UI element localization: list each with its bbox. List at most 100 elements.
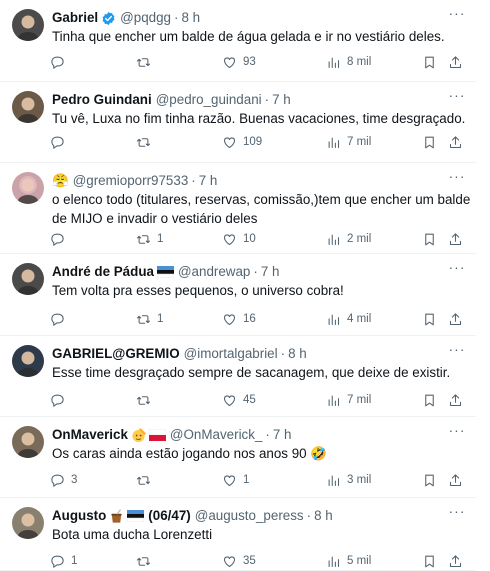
timestamp[interactable]: 7 h — [261, 262, 280, 282]
like-button[interactable]: 16 — [222, 309, 256, 329]
bookmark-icon — [425, 136, 434, 148]
tweet-reply[interactable]: Gabriel @pqdgg · 8 h ··· Tinha que enche… — [0, 0, 476, 82]
tweet-header: Augusto (06/47) @augusto_peress · 8 h — [52, 506, 456, 526]
timestamp[interactable]: 8 h — [181, 8, 200, 28]
user-handle[interactable]: @augusto_peress — [195, 506, 304, 526]
user-handle[interactable]: @andrewap — [178, 262, 250, 282]
bookmark-button[interactable] — [422, 470, 437, 490]
avatar[interactable] — [12, 9, 44, 41]
reply-button[interactable] — [50, 132, 71, 152]
separator-dot: · — [264, 92, 270, 107]
views-button[interactable]: 4 mil — [326, 309, 371, 329]
share-button[interactable] — [448, 390, 463, 410]
timestamp[interactable]: 8 h — [288, 344, 307, 364]
share-button[interactable] — [448, 52, 463, 72]
views-button[interactable]: 5 mil — [326, 551, 371, 571]
user-handle[interactable]: @pqdgg — [120, 8, 171, 28]
user-handle[interactable]: @OnMaverick_ — [170, 425, 262, 445]
timestamp[interactable]: 8 h — [314, 506, 333, 526]
views-button[interactable]: 3 mil — [326, 470, 371, 490]
views-button[interactable]: 8 mil — [326, 52, 371, 72]
like-button[interactable]: 10 — [222, 229, 256, 249]
share-button[interactable] — [448, 229, 463, 249]
user-handle[interactable]: @gremioporr97533 — [73, 171, 189, 191]
reply-button[interactable] — [50, 229, 71, 249]
retweet-button[interactable] — [136, 52, 157, 72]
share-button[interactable] — [448, 132, 463, 152]
action-bar: 45 7 mil — [50, 390, 470, 410]
tweet-reply[interactable]: OnMaverick @OnMaverick_ · 7 h ··· Os car… — [0, 417, 476, 498]
retweet-button[interactable] — [136, 390, 157, 410]
avatar[interactable] — [12, 345, 44, 377]
like-button[interactable]: 93 — [222, 52, 256, 72]
poland-flag-icon — [148, 429, 166, 441]
display-name[interactable]: Augusto — [52, 506, 106, 526]
reply-icon — [51, 474, 64, 487]
tweet-reply[interactable]: Pedro Guindani @pedro_guindani · 7 h ···… — [0, 82, 476, 163]
views-chart-icon — [328, 57, 340, 68]
reply-button[interactable]: 3 — [50, 470, 77, 490]
timestamp[interactable]: 7 h — [199, 171, 218, 191]
user-handle[interactable]: @pedro_guindani — [156, 90, 262, 110]
reply-button[interactable] — [50, 309, 71, 329]
user-handle[interactable]: @imortalgabriel — [184, 344, 278, 364]
tweet-text: Tinha que encher um balde de água gelada… — [52, 29, 445, 44]
retweet-button[interactable]: 1 — [136, 229, 163, 249]
more-options-icon[interactable]: ··· — [448, 6, 466, 24]
tweet-reply[interactable]: 😤 @gremioporr97533 · 7 h ··· o elenco to… — [0, 163, 476, 254]
more-options-icon[interactable]: ··· — [448, 504, 466, 522]
bookmark-button[interactable] — [422, 390, 437, 410]
display-name[interactable]: GABRIEL@GREMIO — [52, 344, 180, 364]
display-name[interactable]: Pedro Guindani — [52, 90, 152, 110]
tweet-reply[interactable]: André de Pádua @andrewap · 7 h ··· Tem v… — [0, 254, 476, 336]
display-name[interactable]: André de Pádua — [52, 262, 154, 282]
tweet-reply[interactable]: GABRIEL@GREMIO @imortalgabriel · 8 h ···… — [0, 336, 476, 417]
views-button[interactable]: 7 mil — [326, 390, 371, 410]
tweet-reply[interactable]: Augusto (06/47) @augusto_peress · 8 h ··… — [0, 498, 476, 571]
avatar[interactable] — [12, 263, 44, 295]
display-name[interactable]: OnMaverick — [52, 425, 128, 445]
like-button[interactable]: 109 — [222, 132, 262, 152]
retweet-button[interactable]: 1 — [136, 309, 163, 329]
views-button[interactable]: 7 mil — [326, 132, 371, 152]
like-button[interactable]: 45 — [222, 390, 256, 410]
avatar[interactable] — [12, 91, 44, 123]
display-name[interactable]: 😤 — [52, 171, 69, 191]
views-chart-icon — [328, 475, 340, 486]
retweet-button[interactable] — [136, 470, 157, 490]
reply-button[interactable] — [50, 390, 71, 410]
share-button[interactable] — [448, 309, 463, 329]
avatar[interactable] — [12, 172, 44, 204]
bookmark-button[interactable] — [422, 132, 437, 152]
bookmark-button[interactable] — [422, 52, 437, 72]
bookmark-button[interactable] — [422, 309, 437, 329]
avatar[interactable] — [12, 507, 44, 539]
timestamp[interactable]: 7 h — [273, 425, 292, 445]
tweet-header: GABRIEL@GREMIO @imortalgabriel · 8 h — [52, 344, 456, 364]
more-options-icon[interactable]: ··· — [448, 342, 466, 360]
like-button[interactable]: 35 — [222, 551, 256, 571]
views-button[interactable]: 2 mil — [326, 229, 371, 249]
more-options-icon[interactable]: ··· — [448, 169, 466, 187]
separator-dot: · — [306, 508, 312, 523]
retweet-button[interactable] — [136, 132, 157, 152]
more-options-icon[interactable]: ··· — [448, 260, 466, 278]
like-button[interactable]: 1 — [222, 470, 249, 490]
reply-button[interactable]: 1 — [50, 551, 77, 571]
share-icon — [449, 312, 462, 325]
more-options-icon[interactable]: ··· — [448, 88, 466, 106]
avatar[interactable] — [12, 426, 44, 458]
views-chart-icon — [328, 314, 340, 325]
bookmark-button[interactable] — [422, 229, 437, 249]
timestamp[interactable]: 7 h — [272, 90, 291, 110]
share-button[interactable] — [448, 551, 463, 571]
retweet-button[interactable] — [136, 551, 157, 571]
bookmark-button[interactable] — [422, 551, 437, 571]
share-button[interactable] — [448, 470, 463, 490]
more-options-icon[interactable]: ··· — [448, 423, 466, 441]
mate-icon — [109, 508, 124, 524]
display-name[interactable]: Gabriel — [52, 8, 98, 28]
reply-icon — [51, 555, 64, 568]
reply-button[interactable] — [50, 52, 71, 72]
bookmark-icon — [425, 233, 434, 245]
